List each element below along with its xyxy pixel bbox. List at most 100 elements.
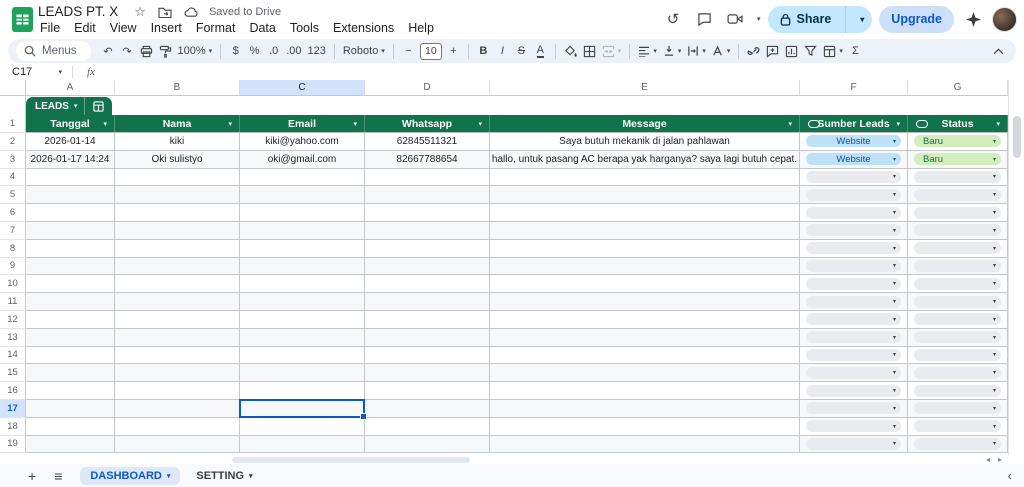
cell-D8[interactable] xyxy=(365,240,490,257)
cell-D12[interactable] xyxy=(365,311,490,328)
share-button[interactable]: Share ▾ xyxy=(768,6,873,33)
cell-D3[interactable]: 82667788654 xyxy=(365,151,490,168)
cell-C14[interactable] xyxy=(240,347,365,364)
create-filter-button[interactable] xyxy=(801,41,820,61)
cell-B3[interactable]: Oki sulistyo xyxy=(115,151,240,168)
cell-E5[interactable] xyxy=(490,186,800,203)
cell-E6[interactable] xyxy=(490,204,800,221)
cell-E9[interactable] xyxy=(490,258,800,275)
sumber-pill[interactable]: Website▾ xyxy=(806,153,901,165)
menu-insert[interactable]: Insert xyxy=(144,19,189,37)
gemini-sparkle-icon[interactable] xyxy=(961,12,985,27)
cell-G3[interactable]: Baru▾ xyxy=(908,151,1008,168)
row-header-17[interactable]: 17 xyxy=(0,400,26,418)
paint-format-button[interactable] xyxy=(156,41,175,61)
table-header-email[interactable]: Email▾ xyxy=(240,115,365,132)
cell-C12[interactable] xyxy=(240,311,365,328)
sumber-pill[interactable]: ▾ xyxy=(806,224,901,236)
cell-E18[interactable] xyxy=(490,418,800,435)
row-header-18[interactable]: 18 xyxy=(0,418,26,436)
column-header-F[interactable]: F xyxy=(800,80,908,96)
row-header-4[interactable]: 4 xyxy=(0,169,26,187)
cell-A5[interactable] xyxy=(26,186,115,203)
cell-D5[interactable] xyxy=(365,186,490,203)
merge-cells-button[interactable]: ▾ xyxy=(599,41,625,61)
cell-A17[interactable] xyxy=(26,400,115,417)
sumber-pill[interactable]: ▾ xyxy=(806,171,901,183)
pill-caret-icon[interactable]: ▾ xyxy=(893,440,896,447)
table-views-button[interactable]: ▾ xyxy=(820,41,846,61)
cell-C15[interactable] xyxy=(240,364,365,381)
cell-E7[interactable] xyxy=(490,222,800,239)
column-header-D[interactable]: D xyxy=(365,80,490,96)
row-header-6[interactable]: 6 xyxy=(0,204,26,222)
status-pill[interactable]: ▾ xyxy=(914,171,1001,183)
row-header-14[interactable]: 14 xyxy=(0,347,26,365)
cell-A6[interactable] xyxy=(26,204,115,221)
cell-D15[interactable] xyxy=(365,364,490,381)
cell-A19[interactable] xyxy=(26,436,115,453)
star-icon[interactable]: ☆ xyxy=(134,4,146,20)
font-selector[interactable]: Roboto▾ xyxy=(340,41,388,61)
font-size-input[interactable]: 10 xyxy=(420,43,442,60)
row-header-9[interactable]: 9 xyxy=(0,258,26,276)
cell-B7[interactable] xyxy=(115,222,240,239)
cell-F2[interactable]: Website▾ xyxy=(800,133,908,150)
cell-C2[interactable]: kiki@yahoo.com xyxy=(240,133,365,150)
header-caret-icon[interactable]: ▾ xyxy=(478,120,482,128)
cell-C4[interactable] xyxy=(240,169,365,186)
name-box-caret-icon[interactable]: ▾ xyxy=(58,68,62,76)
cell-D7[interactable] xyxy=(365,222,490,239)
header-caret-icon[interactable]: ▾ xyxy=(788,120,792,128)
text-color-button[interactable]: A xyxy=(537,45,544,58)
cell-D4[interactable] xyxy=(365,169,490,186)
pill-caret-icon[interactable]: ▾ xyxy=(893,156,896,163)
cell-E17[interactable] xyxy=(490,400,800,417)
saved-status[interactable]: Saved to Drive xyxy=(209,6,281,18)
sumber-pill[interactable]: ▾ xyxy=(806,349,901,361)
cell-B14[interactable] xyxy=(115,347,240,364)
cell-D14[interactable] xyxy=(365,347,490,364)
cell-D17[interactable] xyxy=(365,400,490,417)
cell-D13[interactable] xyxy=(365,329,490,346)
move-folder-icon[interactable] xyxy=(158,6,172,18)
pill-caret-icon[interactable]: ▾ xyxy=(893,227,896,234)
row-header-8[interactable]: 8 xyxy=(0,240,26,258)
sumber-pill[interactable]: ▾ xyxy=(806,296,901,308)
cell-C8[interactable] xyxy=(240,240,365,257)
cell-A18[interactable] xyxy=(26,418,115,435)
menu-data[interactable]: Data xyxy=(242,19,282,37)
name-box[interactable]: C17 ▾ xyxy=(0,66,62,78)
row-header-2[interactable]: 2 xyxy=(0,133,26,151)
undo-button[interactable]: ↶ xyxy=(99,41,118,61)
cell-E13[interactable] xyxy=(490,329,800,346)
sumber-pill[interactable]: ▾ xyxy=(806,402,901,414)
vertical-scrollbar-thumb[interactable] xyxy=(1013,116,1021,158)
cell-B13[interactable] xyxy=(115,329,240,346)
row-header-7[interactable]: 7 xyxy=(0,222,26,240)
menu-edit[interactable]: Edit xyxy=(67,19,103,37)
header-caret-icon[interactable]: ▾ xyxy=(103,120,107,128)
fill-color-button[interactable] xyxy=(561,41,580,61)
cell-F13[interactable]: ▾ xyxy=(800,329,908,346)
cell-C11[interactable] xyxy=(240,293,365,310)
cell-D11[interactable] xyxy=(365,293,490,310)
redo-button[interactable]: ↷ xyxy=(118,41,137,61)
pill-caret-icon[interactable]: ▾ xyxy=(993,387,996,394)
pill-caret-icon[interactable]: ▾ xyxy=(993,138,996,145)
meet-video-icon[interactable] xyxy=(723,13,747,25)
pill-caret-icon[interactable]: ▾ xyxy=(893,351,896,358)
status-pill[interactable]: ▾ xyxy=(914,349,1001,361)
row-header-13[interactable]: 13 xyxy=(0,329,26,347)
cell-F4[interactable]: ▾ xyxy=(800,169,908,186)
sumber-pill[interactable]: ▾ xyxy=(806,189,901,201)
cell-G7[interactable]: ▾ xyxy=(908,222,1008,239)
version-history-icon[interactable]: ↺ xyxy=(661,10,685,28)
cell-A7[interactable] xyxy=(26,222,115,239)
scroll-right-icon[interactable]: ▸ xyxy=(998,455,1010,464)
cell-G16[interactable]: ▾ xyxy=(908,382,1008,399)
decrease-decimal-button[interactable]: .0 xyxy=(264,41,283,61)
row-header-15[interactable]: 15 xyxy=(0,364,26,382)
status-pill[interactable]: ▾ xyxy=(914,207,1001,219)
cell-D9[interactable] xyxy=(365,258,490,275)
